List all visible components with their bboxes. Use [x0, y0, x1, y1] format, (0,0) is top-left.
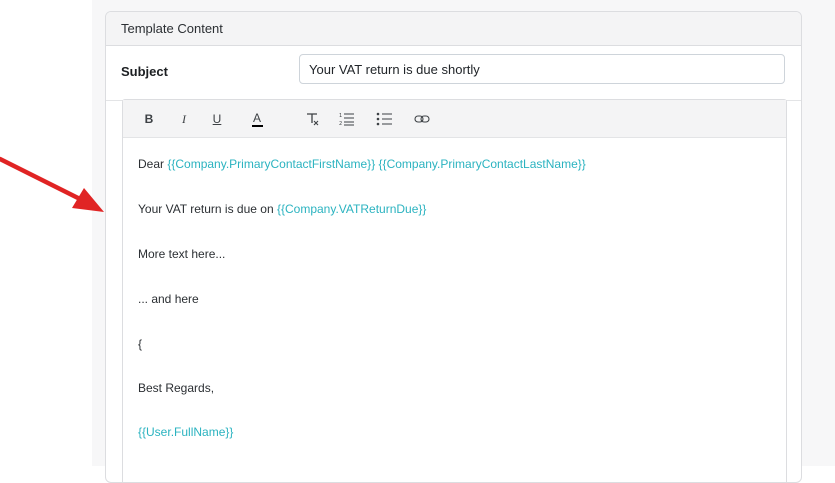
panel-title: Template Content: [106, 12, 801, 46]
vat-text: Your VAT return is due on: [138, 202, 277, 216]
signoff-line: Best Regards,: [138, 381, 215, 395]
italic-button[interactable]: I: [174, 109, 194, 129]
font-color-bar: [251, 124, 263, 127]
clear-format-icon[interactable]: [302, 109, 322, 129]
font-color-button[interactable]: A: [247, 109, 267, 129]
rich-text-editor[interactable]: B I U A 12 Dear {{Company.PrimaryContact…: [122, 99, 787, 482]
first-name-placeholder: {{Company.PrimaryContactFirstName}}: [167, 157, 376, 171]
subject-input[interactable]: [299, 54, 785, 84]
subject-row: Subject: [106, 46, 801, 101]
greeting-line: Dear {{Company.PrimaryContactFirstName}}…: [138, 157, 586, 171]
body-line-5: {: [138, 337, 143, 351]
last-name-placeholder: {{Company.PrimaryContactLastName}}: [378, 157, 586, 171]
vat-due-placeholder: {{Company.VATReturnDue}}: [276, 202, 427, 216]
body-line-3: More text here...: [138, 247, 226, 261]
subject-label: Subject: [121, 64, 168, 79]
numbered-list-icon[interactable]: 12: [337, 109, 357, 129]
vat-line: Your VAT return is due on {{Company.VATR…: [138, 202, 426, 216]
font-color-letter: A: [252, 110, 261, 125]
greeting-text: Dear: [138, 157, 168, 171]
underline-button[interactable]: U: [207, 109, 227, 129]
bold-button[interactable]: B: [139, 109, 159, 129]
svg-text:2: 2: [339, 121, 342, 126]
svg-text:1: 1: [339, 113, 342, 119]
editor-toolbar: B I U A 12: [123, 100, 786, 138]
user-fullname-placeholder: {{User.FullName}}: [138, 425, 234, 439]
annotation-arrow: [0, 156, 104, 212]
link-icon[interactable]: [412, 109, 432, 129]
bullet-list-icon[interactable]: [374, 109, 394, 129]
template-content-panel: Template Content Subject B I U A 12: [105, 11, 802, 483]
body-line-4: ... and here: [138, 292, 199, 306]
